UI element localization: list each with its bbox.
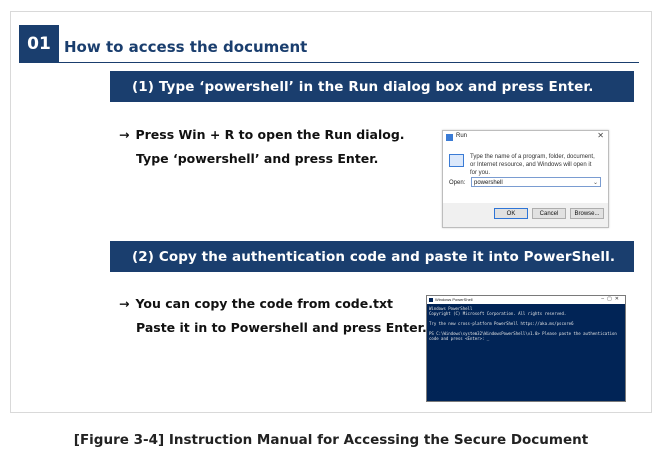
powershell-titlebar: Windows PowerShell –▢✕ xyxy=(427,296,625,304)
ok-button[interactable]: OK xyxy=(494,208,528,219)
chevron-down-icon[interactable]: ⌄ xyxy=(593,178,598,188)
section-title: How to access the document xyxy=(64,38,308,56)
step2-banner: (2) Copy the authentication code and pas… xyxy=(110,241,634,272)
figure-caption: [Figure 3-4] Instruction Manual for Acce… xyxy=(73,432,589,448)
run-app-icon xyxy=(446,134,453,141)
open-input-value: powershell xyxy=(474,180,503,186)
run-dialog-screenshot: Run ✕ Type the name of a program, folder… xyxy=(442,130,609,228)
run-dialog-titlebar: Run ✕ xyxy=(443,131,608,144)
arrow-icon: → xyxy=(119,296,130,311)
close-icon[interactable]: ✕ xyxy=(597,131,604,140)
open-input[interactable]: powershell ⌄ xyxy=(471,177,601,187)
step1-instruction-line2: Type ‘powershell’ and press Enter. xyxy=(136,151,379,166)
arrow-icon: → xyxy=(119,127,130,142)
run-dialog-title: Run xyxy=(456,133,468,139)
powershell-window-screenshot: Windows PowerShell –▢✕ Windows PowerShel… xyxy=(426,295,626,402)
powershell-title: Windows PowerShell xyxy=(435,297,473,302)
step1-instruction-line1: → Press Win + R to open the Run dialog. xyxy=(119,127,405,142)
step2-instruction-line1: → You can copy the code from code.txt xyxy=(119,296,393,311)
powershell-icon xyxy=(429,298,433,302)
run-program-icon xyxy=(449,154,464,167)
window-controls[interactable]: –▢✕ xyxy=(601,296,622,302)
run-dialog-description: Type the name of a program, folder, docu… xyxy=(470,154,595,176)
section-number: 01 xyxy=(19,25,59,63)
cancel-button[interactable]: Cancel xyxy=(532,208,566,219)
section-divider xyxy=(19,62,639,63)
step1-banner: (1) Type ‘powershell’ in the Run dialog … xyxy=(110,71,634,102)
open-label: Open: xyxy=(449,180,466,186)
powershell-console-text: Windows PowerShell Copyright (C) Microso… xyxy=(429,306,617,341)
browse-button[interactable]: Browse... xyxy=(570,208,604,219)
step2-line1-text: You can copy the code from code.txt xyxy=(135,296,393,311)
step1-line1-text: Press Win + R to open the Run dialog. xyxy=(135,127,405,142)
step2-instruction-line2: Paste it in to Powershell and press Ente… xyxy=(136,320,427,335)
